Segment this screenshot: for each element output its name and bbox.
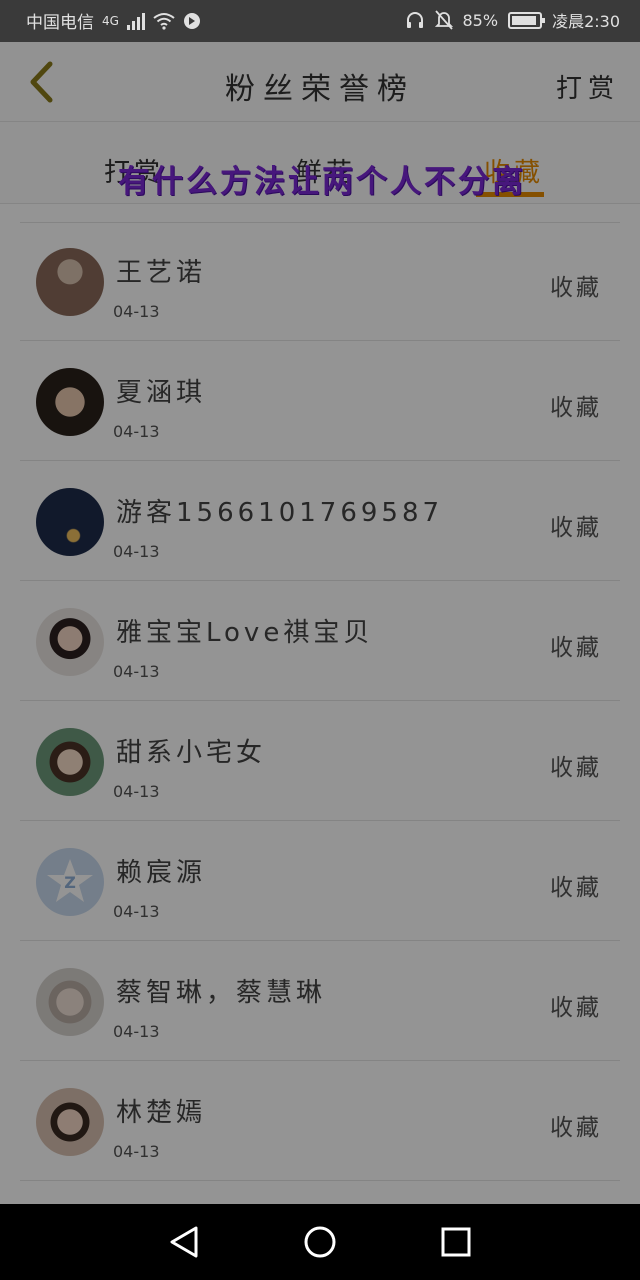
list-item[interactable]: Z 赖宸源 04-13 收藏 (0, 822, 640, 941)
avatar[interactable] (36, 968, 104, 1036)
avatar[interactable] (36, 1088, 104, 1156)
list-item[interactable]: 林楚嫣 04-13 收藏 (0, 1062, 640, 1181)
status-right: 85% 凌晨2:30 (405, 8, 620, 32)
vpn-icon (183, 12, 200, 29)
date-label: 04-13 (113, 902, 160, 921)
list-item[interactable]: 夏涵琪 04-13 收藏 (0, 342, 640, 461)
avatar[interactable] (36, 368, 104, 436)
divider (20, 700, 620, 701)
favorite-button[interactable]: 收藏 (550, 268, 602, 302)
favorite-button[interactable]: 收藏 (550, 1108, 602, 1142)
divider (20, 1180, 620, 1181)
avatar[interactable] (36, 728, 104, 796)
date-label: 04-13 (113, 662, 160, 681)
carrier-label: 中国电信 (26, 13, 94, 33)
nav-home-icon[interactable] (302, 1224, 338, 1260)
list-item[interactable]: 雅宝宝Love祺宝贝 04-13 收藏 (0, 582, 640, 701)
avatar[interactable] (36, 248, 104, 316)
avatar[interactable]: Z (36, 848, 104, 916)
divider (20, 820, 620, 821)
divider (20, 340, 620, 341)
battery-icon (508, 11, 546, 29)
date-label: 04-13 (113, 422, 160, 441)
page-title: 粉丝荣誉榜 (225, 72, 415, 107)
headphones-icon (406, 12, 423, 28)
divider (20, 1060, 620, 1061)
list-item[interactable]: 游客1566101769587 04-13 收藏 (0, 462, 640, 581)
clock: 凌晨2:30 (552, 12, 620, 31)
system-nav-bar (0, 1204, 640, 1280)
status-left: 中国电信 4G (26, 8, 201, 33)
default-avatar-star-icon: Z (47, 859, 93, 902)
user-name: 甜系小宅女 (116, 738, 267, 768)
list-item[interactable]: 蔡智琳，蔡慧琳 04-13 收藏 (0, 942, 640, 1061)
wifi-icon (153, 12, 175, 30)
user-name: 夏涵琪 (116, 378, 207, 408)
battery-percent: 85% (462, 10, 499, 30)
date-label: 04-13 (113, 782, 160, 801)
list-item[interactable]: 王艺诺 04-13 收藏 (0, 222, 640, 341)
user-name: 游客1566101769587 (116, 498, 444, 528)
date-label: 04-13 (113, 1022, 160, 1041)
avatar[interactable] (36, 488, 104, 556)
header-bar: 粉丝荣誉榜 打赏 (0, 42, 640, 122)
user-name: 雅宝宝Love祺宝贝 (116, 618, 374, 648)
favorite-button[interactable]: 收藏 (550, 628, 602, 662)
reward-button[interactable]: 打赏 (556, 68, 620, 105)
favorite-button[interactable]: 收藏 (550, 988, 602, 1022)
date-label: 04-13 (113, 1142, 160, 1161)
status-bar: 中国电信 4G 85% 凌晨2:30 (0, 0, 640, 42)
favorite-button[interactable]: 收藏 (550, 388, 602, 422)
network-type: 4G (102, 13, 119, 28)
bell-off-icon (434, 10, 453, 30)
avatar[interactable] (36, 608, 104, 676)
svg-text:Z: Z (64, 873, 76, 892)
list-item[interactable]: 甜系小宅女 04-13 收藏 (0, 702, 640, 821)
favorite-button[interactable]: 收藏 (550, 868, 602, 902)
nav-recents-icon[interactable] (438, 1224, 474, 1260)
divider (20, 460, 620, 461)
divider (20, 580, 620, 581)
favorite-button[interactable]: 收藏 (550, 508, 602, 542)
overlay-caption: 有什么方法让两个人不分离 (118, 164, 526, 200)
nav-back-icon[interactable] (166, 1224, 202, 1260)
user-name: 王艺诺 (116, 258, 207, 288)
user-name: 蔡智琳，蔡慧琳 (116, 978, 327, 1008)
signal-icon (126, 12, 145, 30)
date-label: 04-13 (113, 542, 160, 561)
user-name: 赖宸源 (116, 858, 207, 888)
favorite-button[interactable]: 收藏 (550, 748, 602, 782)
date-label: 04-13 (113, 302, 160, 321)
user-name: 林楚嫣 (116, 1098, 207, 1128)
divider (20, 940, 620, 941)
